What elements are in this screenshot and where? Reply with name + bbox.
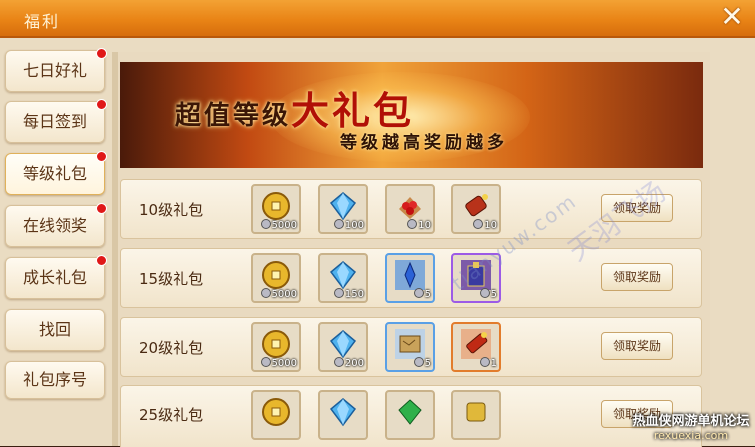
reward-item-treasure-map[interactable]: 5 [385, 322, 435, 372]
gift-row-level-20: 20级礼包 5000 200 5 1 领取奖励 [120, 317, 702, 377]
gold-coin-icon [262, 261, 290, 289]
tab-online-reward[interactable]: 在线领奖 [5, 203, 107, 247]
notification-dot [96, 151, 107, 162]
sidebar: 七日好礼 每日签到 等级礼包 在线领奖 成长礼包 找回 礼包序号 [0, 42, 112, 446]
site-logo: 热血侠网游单机论坛 rexuexia.com [630, 410, 752, 446]
tab-label: 每日签到 [22, 112, 87, 131]
reward-item-blue-crystal[interactable]: 5 [385, 253, 435, 303]
reward-item-scroll-bomb[interactable]: 10 [451, 184, 501, 234]
title-bar: 福利 ✕ [0, 0, 755, 38]
tab-retrieve[interactable]: 找回 [5, 309, 105, 351]
reward-quantity: 1 [453, 357, 497, 369]
notification-dot [96, 48, 107, 59]
diamond-icon [329, 261, 357, 290]
reward-item-gold-coin[interactable]: 5000 [251, 253, 301, 303]
reward-quantity: 5 [453, 288, 497, 300]
reward-quantity: 200 [320, 357, 364, 369]
treasure-map-icon [395, 329, 425, 359]
claim-reward-button[interactable]: 领取奖励 [601, 332, 673, 360]
tab-seven-day-gift[interactable]: 七日好礼 [5, 48, 107, 92]
reward-item-berries[interactable]: 10 [385, 184, 435, 234]
reward-quantity: 5000 [253, 288, 297, 300]
tab-label: 成长礼包 [22, 268, 87, 287]
tab-label: 礼包序号 [22, 370, 87, 389]
tab-level-gift[interactable]: 等级礼包 [5, 151, 107, 195]
reward-quantity: 5000 [253, 219, 297, 231]
reward-item-green-gem[interactable] [385, 390, 435, 440]
gift-row-level-15: 15级礼包 5000 150 5 5 领取奖励 [120, 248, 702, 308]
claim-reward-button[interactable]: 领取奖励 [601, 194, 673, 222]
reward-item-skill-book[interactable]: 5 [451, 253, 501, 303]
reward-quantity: 10 [453, 219, 497, 231]
gold-coin-icon [262, 398, 290, 426]
berries-icon [399, 197, 421, 219]
banner-title-part1: 超值等级 [175, 101, 292, 131]
gift-row-label: 15级礼包 [139, 270, 204, 288]
reward-quantity: 150 [320, 288, 364, 300]
tab-growth-gift[interactable]: 成长礼包 [5, 255, 107, 299]
diamond-icon [329, 192, 357, 221]
gift-row-label: 20级礼包 [139, 339, 204, 357]
welfare-window: 福利 ✕ 七日好礼 每日签到 等级礼包 在线领奖 成长礼包 找回 礼包序号 超值… [0, 0, 755, 447]
gold-coin-icon [262, 192, 290, 220]
notification-dot [96, 255, 107, 266]
skill-book-icon [461, 260, 491, 290]
window-title: 福利 [24, 12, 61, 31]
notification-dot [96, 203, 107, 214]
reward-item-diamond[interactable] [318, 390, 368, 440]
tab-gift-code[interactable]: 礼包序号 [5, 361, 105, 399]
reward-quantity: 5 [387, 357, 431, 369]
gift-row-level-10: 10级礼包 5000 100 10 10 领取奖励 [120, 179, 702, 239]
site-logo-url: rexuexia.com [653, 429, 729, 442]
gold-token-icon [466, 402, 486, 422]
gift-row-label: 10级礼包 [139, 201, 204, 219]
gold-coin-icon [262, 330, 290, 358]
blue-crystal-icon [395, 260, 425, 290]
tab-label: 七日好礼 [22, 61, 87, 80]
banner-title: 超值等级大礼包 [175, 80, 414, 135]
tab-label: 在线领奖 [22, 216, 87, 235]
panel-divider [112, 52, 118, 446]
reward-item-firecracker[interactable]: 1 [451, 322, 501, 372]
reward-quantity: 10 [387, 219, 431, 231]
diamond-icon [329, 330, 357, 359]
reward-item-diamond[interactable]: 100 [318, 184, 368, 234]
reward-item-diamond[interactable]: 150 [318, 253, 368, 303]
site-logo-name: 热血侠网游单机论坛 [632, 414, 750, 429]
firecracker-icon [461, 329, 491, 359]
reward-quantity: 100 [320, 219, 364, 231]
claim-reward-button[interactable]: 领取奖励 [601, 263, 673, 291]
scroll-bomb-icon [465, 194, 488, 217]
reward-item-gold-token[interactable] [451, 390, 501, 440]
reward-quantity: 5000 [253, 357, 297, 369]
close-icon[interactable]: ✕ [715, 2, 749, 32]
reward-item-gold-coin[interactable]: 5000 [251, 184, 301, 234]
reward-item-diamond[interactable]: 200 [318, 322, 368, 372]
reward-item-gold-coin[interactable] [251, 390, 301, 440]
reward-quantity: 5 [387, 288, 431, 300]
banner-subtitle: 等级越高奖励越多 [340, 133, 508, 153]
green-gem-icon [398, 399, 422, 425]
reward-item-gold-coin[interactable]: 5000 [251, 322, 301, 372]
diamond-icon [329, 398, 357, 427]
notification-dot [96, 99, 107, 110]
gift-row-level-25: 25级礼包 领取奖励 [120, 385, 702, 447]
banner-title-big: 大礼包 [291, 89, 415, 133]
tab-label: 等级礼包 [22, 164, 87, 183]
level-gift-banner: 超值等级大礼包 等级越高奖励越多 [120, 62, 703, 168]
tab-daily-signin[interactable]: 每日签到 [5, 99, 107, 143]
tab-label: 找回 [38, 320, 71, 339]
gift-row-label: 25级礼包 [139, 406, 204, 424]
